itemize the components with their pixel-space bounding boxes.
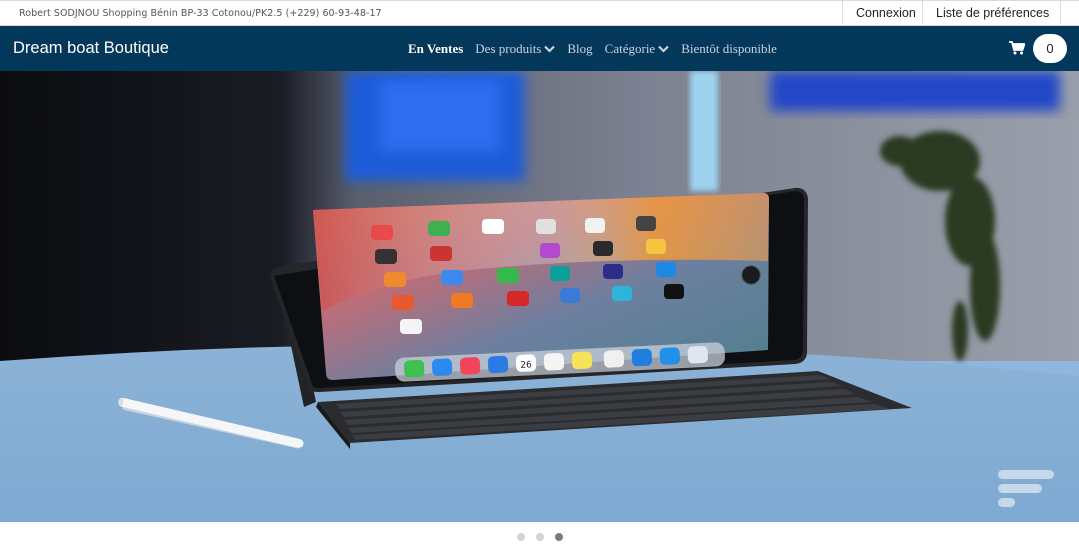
carousel-dot[interactable] — [536, 533, 544, 541]
brand-logo-text[interactable]: Dream boat Boutique — [13, 39, 169, 58]
nav-item-label: Blog — [567, 41, 593, 56]
nav-item-label: Catégorie — [604, 41, 656, 56]
calendar-day: 26 — [520, 360, 532, 371]
contact-address: Robert SODJNOU Shopping Bénin BP-33 Coto… — [19, 8, 382, 19]
nav-item-label: Bientôt disponible — [681, 41, 777, 56]
hero-carousel-slide[interactable]: 26 — [0, 71, 1079, 522]
carousel-dot[interactable] — [517, 533, 525, 541]
main-navbar: Dream boat Boutique En Ventes Des produi… — [0, 26, 1079, 71]
nav-item-label: Des produits — [475, 41, 542, 56]
carousel-dot-active[interactable] — [555, 533, 563, 541]
hero-product-image: 26 — [0, 71, 1079, 522]
nav-item-label: En Ventes — [408, 41, 464, 56]
shopping-cart-icon[interactable] — [1009, 41, 1025, 55]
wishlist-link[interactable]: Liste de préférences — [922, 1, 1061, 26]
nav-item-blog[interactable]: Blog — [567, 41, 592, 57]
top-info-bar: Robert SODJNOU Shopping Bénin BP-33 Coto… — [0, 0, 1079, 26]
chevron-down-icon — [544, 45, 556, 53]
login-link[interactable]: Connexion — [842, 1, 922, 26]
nav-item-categorie[interactable]: Catégorie — [605, 41, 670, 57]
nav-item-des-produits[interactable]: Des produits — [475, 41, 556, 57]
nav-item-en-ventes[interactable]: En Ventes — [408, 41, 463, 57]
nav-menu: En Ventes Des produits Blog Catégorie Bi… — [408, 41, 789, 57]
cart-count-badge[interactable]: 0 — [1033, 34, 1067, 63]
chevron-down-icon — [658, 45, 669, 53]
nav-item-bientot-disponible[interactable]: Bientôt disponible — [681, 41, 777, 57]
carousel-indicators — [0, 533, 1079, 543]
